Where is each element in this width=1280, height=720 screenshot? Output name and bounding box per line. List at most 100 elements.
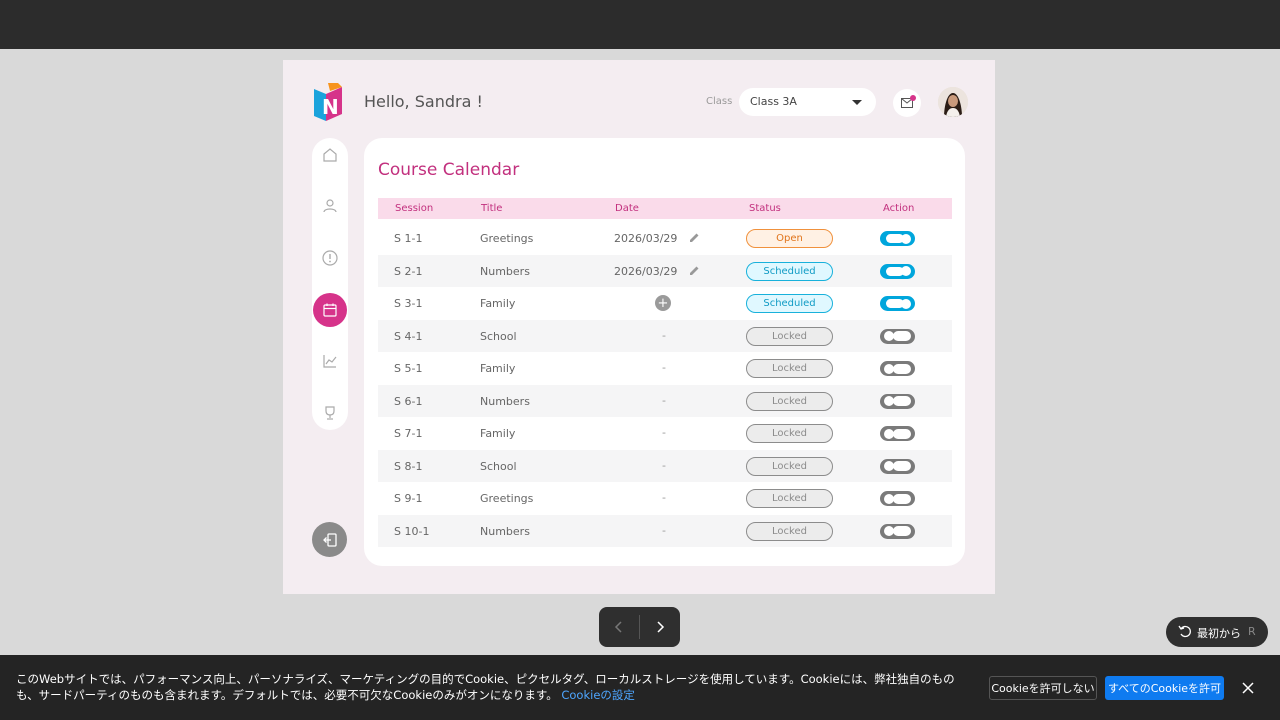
chevron-right-icon — [657, 621, 665, 633]
table-row: S 6-1 Numbers - Locked — [378, 384, 952, 417]
table-row: S 1-1 Greetings 2026/03/29 Open — [378, 222, 952, 254]
column-header-date: Date — [615, 203, 639, 214]
action-toggle[interactable] — [880, 361, 915, 376]
sidebar-item-alerts[interactable] — [314, 242, 346, 274]
toggle-knob — [884, 396, 894, 406]
status-badge: Open — [746, 229, 833, 248]
table-row: S 3-1 Family + Scheduled — [378, 287, 952, 319]
chevron-left-icon — [614, 621, 622, 633]
page-title: Course Calendar — [378, 160, 520, 180]
accept-all-cookies-button[interactable]: すべてのCookieを許可 — [1105, 676, 1224, 700]
action-toggle[interactable] — [880, 523, 915, 539]
status-badge: Scheduled — [746, 261, 833, 281]
restart-icon — [1178, 625, 1191, 638]
cookie-settings-link[interactable]: Cookieの設定 — [561, 688, 635, 702]
cookie-text: このWebサイトでは、パフォーマンス向上、パーソナライズ、マーケティングの目的で… — [16, 672, 955, 702]
close-icon[interactable] — [1240, 680, 1256, 696]
action-toggle[interactable] — [880, 458, 915, 474]
edit-date-icon[interactable] — [689, 265, 700, 276]
home-icon — [323, 148, 337, 162]
chart-icon — [323, 355, 337, 368]
title-cell: Numbers — [480, 264, 530, 278]
sidebar-item-profile[interactable] — [314, 190, 346, 222]
toggle-knob — [884, 428, 894, 439]
title-cell: Numbers — [480, 524, 530, 538]
sidebar-item-calendar[interactable] — [313, 293, 347, 327]
logout-button[interactable] — [312, 522, 347, 557]
add-date-button[interactable]: + — [655, 295, 671, 311]
title-cell: Greetings — [480, 232, 534, 245]
date-cell: - — [662, 328, 666, 342]
title-cell: Family — [480, 297, 516, 310]
avatar[interactable] — [938, 87, 968, 117]
title-cell: Family — [480, 362, 516, 375]
status-badge: Scheduled — [746, 294, 833, 313]
action-toggle[interactable] — [880, 328, 915, 344]
status-badge: Locked — [746, 424, 833, 443]
session-cell: S 1-1 — [394, 232, 423, 245]
next-button[interactable] — [640, 607, 680, 647]
status-badge: Locked — [746, 521, 833, 541]
session-cell: S 2-1 — [394, 264, 423, 278]
logout-icon — [322, 532, 337, 547]
action-toggle[interactable] — [880, 231, 915, 246]
restart-label: 最初から — [1197, 627, 1241, 640]
column-header-session: Session — [395, 203, 434, 214]
top-bar — [0, 0, 1280, 49]
title-cell: School — [480, 459, 517, 473]
svg-text:N: N — [322, 95, 339, 119]
session-cell: S 10-1 — [394, 524, 430, 538]
table-row: S 5-1 Family - Locked — [378, 352, 952, 384]
action-toggle[interactable] — [880, 263, 915, 279]
title-cell: Family — [480, 427, 516, 440]
session-cell: S 9-1 — [394, 492, 423, 505]
action-toggle[interactable] — [880, 426, 915, 441]
toggle-knob — [884, 493, 894, 504]
date-cell: - — [662, 393, 666, 407]
session-cell: S 8-1 — [394, 459, 423, 473]
chevron-down-icon — [852, 100, 862, 105]
action-toggle[interactable] — [880, 296, 915, 311]
class-select[interactable]: Class 3A — [739, 88, 876, 116]
table-row: S 2-1 Numbers 2026/03/29 Scheduled — [378, 254, 952, 287]
user-photo — [938, 87, 968, 117]
sidebar-item-home[interactable] — [314, 139, 346, 171]
toggle-knob — [901, 233, 911, 244]
slide-pager — [599, 607, 680, 647]
table-header: Session Title Date Status Action — [378, 198, 952, 219]
status-badge: Locked — [746, 489, 833, 508]
status-badge: Locked — [746, 359, 833, 378]
edit-date-icon[interactable] — [689, 232, 700, 243]
toggle-knob — [884, 331, 894, 341]
cookie-banner: このWebサイトでは、パフォーマンス向上、パーソナライズ、マーケティングの目的で… — [0, 655, 1280, 720]
session-cell: S 5-1 — [394, 362, 423, 375]
column-header-title: Title — [481, 203, 503, 214]
prev-button[interactable] — [599, 607, 639, 647]
table-row: S 9-1 Greetings - Locked — [378, 482, 952, 514]
sidebar — [312, 138, 348, 430]
date-cell: 2026/03/29 — [614, 264, 678, 278]
action-toggle[interactable] — [880, 393, 915, 409]
status-badge: Locked — [746, 456, 833, 476]
session-cell: S 6-1 — [394, 394, 423, 408]
mail-button[interactable] — [893, 89, 921, 117]
course-calendar-card: Course Calendar Session Title Date Statu… — [364, 138, 965, 566]
toggle-knob — [884, 526, 894, 536]
toggle-knob — [901, 298, 911, 309]
cookie-message: このWebサイトでは、パフォーマンス向上、パーソナライズ、マーケティングの目的で… — [16, 671, 976, 703]
toggle-knob — [884, 363, 894, 374]
date-cell: 2026/03/29 — [614, 232, 678, 245]
restart-button[interactable]: 最初から R — [1166, 617, 1268, 647]
date-cell: - — [662, 426, 666, 439]
session-cell: S 4-1 — [394, 329, 423, 343]
sidebar-item-stats[interactable] — [314, 345, 346, 377]
column-header-action: Action — [883, 203, 915, 214]
sidebar-item-trophy[interactable] — [314, 397, 346, 429]
class-label: Class — [706, 96, 733, 107]
action-toggle[interactable] — [880, 491, 915, 506]
title-cell: School — [480, 329, 517, 343]
table-row: S 7-1 Family - Locked — [378, 417, 952, 449]
calendar-icon — [323, 303, 337, 317]
deny-cookies-button[interactable]: Cookieを許可しない — [989, 676, 1097, 700]
app-logo: N — [314, 83, 342, 121]
